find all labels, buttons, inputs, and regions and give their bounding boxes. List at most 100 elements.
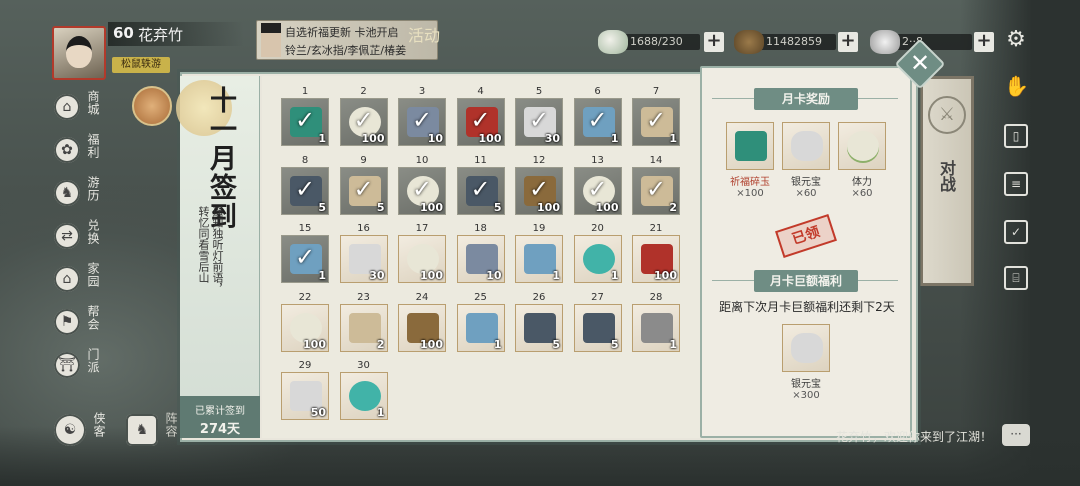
- signin-day-cell[interactable]: 15 ✓ 1: [280, 223, 330, 285]
- day-number: 10: [415, 154, 429, 166]
- signin-day-cell[interactable]: 18 10: [456, 223, 506, 285]
- chat-message[interactable]: 花弃竹，欢迎你来到了江湖！: [836, 428, 992, 445]
- bonus-reward[interactable]: 银元宝 ×300: [782, 324, 830, 401]
- nav-item-0[interactable]: ⌂ 商城: [50, 88, 106, 130]
- checkmark-icon: ✓: [353, 174, 374, 203]
- signin-day-cell[interactable]: 20 1: [573, 223, 623, 285]
- checkmark-icon: ✓: [645, 174, 667, 203]
- close-icon[interactable]: ✕: [902, 46, 938, 82]
- mc-reward-2-box: [782, 122, 830, 170]
- shop-icon: ⌂: [54, 94, 80, 120]
- nav-item-label: 兑换: [86, 219, 100, 245]
- silver-ingot-icon: [791, 333, 823, 363]
- open-book-icon[interactable]: ⌸: [1004, 266, 1028, 290]
- activity-tag[interactable]: 活动: [408, 22, 440, 46]
- signin-day-cell[interactable]: 26 5: [514, 292, 564, 354]
- signin-day-cell[interactable]: 24 100: [397, 292, 447, 354]
- day-number: 7: [652, 86, 660, 97]
- nav-item-3[interactable]: ⇄ 兑换: [50, 217, 106, 259]
- reward-slot: ✓ 1: [281, 235, 329, 283]
- signin-day-cell[interactable]: 2 ✓ 100: [339, 86, 389, 148]
- signin-day-cell[interactable]: 22 100: [280, 292, 330, 354]
- day-number: 3: [418, 86, 426, 97]
- chest-icon: [582, 312, 615, 343]
- signin-day-cell[interactable]: 7 ✓ 1: [631, 86, 681, 148]
- day-number: 12: [532, 154, 546, 166]
- cards-icon[interactable]: ▯: [1004, 124, 1028, 148]
- reward-quantity: 100: [303, 337, 326, 351]
- nav-item-label: 家园: [86, 262, 100, 288]
- signin-day-cell[interactable]: 3 ✓ 10: [397, 86, 447, 148]
- day-number: 20: [591, 223, 604, 234]
- signin-day-cell[interactable]: 9 ✓ 5: [339, 155, 389, 217]
- signin-day-cell[interactable]: 16 30: [339, 223, 389, 285]
- signin-day-cell[interactable]: 4 ✓ 100: [456, 86, 506, 148]
- scroll-icon: [348, 312, 381, 343]
- signin-day-cell[interactable]: 13 ✓ 100: [573, 155, 623, 217]
- reward-slot: ✓ 10: [398, 98, 446, 146]
- reward-slot: ✓ 5: [281, 166, 329, 215]
- signin-day-cell[interactable]: 28 1: [631, 292, 681, 354]
- signin-day-cell[interactable]: 5 ✓ 30: [514, 86, 564, 148]
- checklist-icon[interactable]: ✓: [1004, 220, 1028, 244]
- bonus-reward-box: [782, 324, 830, 372]
- reward-quantity: 5: [552, 337, 560, 351]
- signin-day-cell[interactable]: 8 ✓ 5: [280, 155, 330, 217]
- signin-day-cell[interactable]: 23 2: [339, 292, 389, 354]
- currency-copper: 11482859 +: [734, 30, 862, 54]
- nav-item-5[interactable]: ⚑ 帮会: [50, 303, 106, 345]
- reward-slot: 5: [515, 303, 563, 352]
- signin-day-cell[interactable]: 19 1: [514, 223, 564, 285]
- gear-icon[interactable]: ⚙: [1004, 28, 1028, 52]
- reward-quantity: 100: [654, 269, 677, 282]
- add-stamina-button[interactable]: +: [704, 32, 724, 52]
- silver-ingot-icon: [791, 131, 823, 161]
- checkmark-icon: ✓: [294, 174, 316, 203]
- reward-quantity: 50: [310, 406, 326, 419]
- chat-icon[interactable]: ···: [1002, 424, 1030, 446]
- day-number: 4: [477, 86, 484, 97]
- day-number: 17: [415, 223, 429, 234]
- nav-lineup[interactable]: ♞ 阵容: [124, 410, 180, 454]
- reward-quantity: 1: [610, 269, 619, 282]
- hand-icon[interactable]: ✋: [1004, 76, 1029, 100]
- mc-reward-1-count: ×100: [736, 188, 764, 199]
- nav-item-2[interactable]: ♞ 游历: [50, 174, 106, 216]
- signin-day-cell[interactable]: 14 ✓ 2: [631, 155, 681, 217]
- add-silver-button[interactable]: +: [974, 32, 994, 52]
- day-number: 30: [357, 360, 370, 371]
- book-icon[interactable]: ≡: [1004, 172, 1028, 196]
- mc-reward-3[interactable]: 体力 ×60: [838, 122, 886, 199]
- add-copper-button[interactable]: +: [838, 32, 858, 52]
- signin-day-cell[interactable]: 25 1: [456, 292, 506, 354]
- crystal-icon: [465, 312, 498, 343]
- day-number: 13: [591, 154, 604, 166]
- banner-portrait: [261, 23, 281, 57]
- mc-reward-2-name: 银元宝: [791, 177, 821, 188]
- battle-scroll-label: 对战: [937, 160, 956, 192]
- signin-day-cell[interactable]: 21 100: [631, 223, 681, 285]
- signin-day-cell[interactable]: 10 ✓ 100: [397, 155, 447, 217]
- mc-reward-1[interactable]: 祈福碎玉 ×100: [726, 122, 774, 199]
- reward-quantity: 100: [478, 132, 502, 145]
- signin-day-cell[interactable]: 29 50: [280, 360, 330, 422]
- nav-item-4[interactable]: ⌂ 家园: [50, 260, 106, 302]
- stamina-value: 1688/230: [620, 34, 700, 50]
- nav-item-1[interactable]: ✿ 福利: [50, 131, 106, 173]
- nav-xiake[interactable]: ☯ 侠客: [52, 410, 110, 454]
- signin-day-cell[interactable]: 17 100: [397, 223, 447, 285]
- signin-day-cell[interactable]: 30 1: [339, 360, 389, 422]
- reward-quantity: 30: [369, 269, 385, 282]
- day-number: 21: [649, 223, 663, 234]
- signin-day-cell[interactable]: 1 ✓ 1: [280, 86, 330, 148]
- reward-slot: ✓ 1: [281, 98, 329, 146]
- signin-day-cell[interactable]: 11 ✓ 5: [456, 155, 506, 217]
- signin-day-cell[interactable]: 12 ✓ 100: [514, 155, 564, 217]
- day-number: 23: [357, 291, 370, 303]
- signin-day-cell[interactable]: 27 5: [573, 292, 623, 354]
- signin-day-cell[interactable]: 6 ✓ 1: [573, 86, 623, 148]
- event-coin-icon[interactable]: [132, 86, 172, 126]
- nav-item-6[interactable]: ⛩ 门派: [50, 346, 106, 388]
- mc-reward-2[interactable]: 银元宝 ×60: [782, 122, 830, 199]
- player-avatar[interactable]: [52, 26, 106, 80]
